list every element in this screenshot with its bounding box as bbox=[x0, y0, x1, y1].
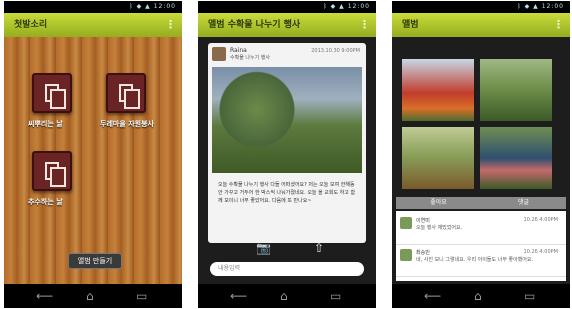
title-bar: 앨범 수확물 나누기 행사 ⋮ bbox=[198, 13, 376, 37]
post-author: Raina bbox=[230, 47, 247, 54]
tile-label-sowing: 씨뿌리는 날 bbox=[28, 120, 63, 128]
list-item[interactable]: 이연미 10.26 4:00PM 오늘 행사 재밌었어요. bbox=[396, 213, 566, 245]
tab-comments[interactable]: 댓글 bbox=[481, 197, 566, 209]
avatar bbox=[212, 47, 226, 61]
album-tabs: 좋아요 댓글 bbox=[396, 197, 566, 209]
recent-apps-icon[interactable]: ▭ bbox=[136, 288, 147, 304]
document-icon bbox=[45, 84, 66, 109]
album-photo[interactable] bbox=[402, 59, 474, 121]
title-bar: 앨범 ⋮ bbox=[392, 13, 570, 37]
screen-title: 앨범 수확물 나누기 행사 bbox=[208, 20, 301, 30]
comment-text: 오늘 행사 재밌었어요. bbox=[416, 225, 463, 231]
document-icon bbox=[119, 84, 140, 109]
make-album-button[interactable]: 앨범 만들기 bbox=[68, 253, 122, 269]
wood-background bbox=[4, 37, 182, 284]
recent-apps-icon[interactable]: ▭ bbox=[524, 288, 535, 304]
screen-title: 앨범 bbox=[402, 20, 419, 30]
app-title: 첫발소리 bbox=[14, 20, 48, 30]
nav-bar: ⟵ ⌂ ▭ bbox=[198, 284, 376, 308]
post-body-text: 오늘 수확물 나누기 행사 다들 어떠셨어요? 저는 오늘 모여 한해동안 가꾸… bbox=[218, 182, 356, 204]
document-tile-button[interactable] bbox=[106, 73, 146, 113]
back-icon[interactable]: ⟵ bbox=[424, 288, 441, 304]
home-icon[interactable]: ⌂ bbox=[280, 288, 288, 304]
avatar bbox=[400, 217, 412, 229]
comment-author: 최승민 bbox=[416, 250, 430, 256]
title-bar: 첫발소리 ⋮ bbox=[4, 13, 182, 37]
back-icon[interactable]: ⟵ bbox=[230, 288, 247, 304]
status-bar: ᛒ ◆ ▲ 12:00 bbox=[4, 1, 182, 13]
back-icon[interactable]: ⟵ bbox=[36, 288, 53, 304]
post-card: Raina 수확물 나누기 행사 2013.10.30 9:00PM 오늘 수확… bbox=[208, 43, 366, 243]
tile-label-volunteer: 두레마을 자원봉사 bbox=[100, 120, 154, 128]
screen-post: ᛒ ◆ ▲ 12:00 앨범 수확물 나누기 행사 ⋮ Raina 수확물 나누… bbox=[198, 1, 376, 308]
overflow-menu-icon[interactable]: ⋮ bbox=[165, 13, 176, 37]
avatar bbox=[400, 249, 412, 261]
post-author-subtitle: 수확물 나누기 행사 bbox=[230, 55, 270, 61]
album-photo[interactable] bbox=[480, 59, 552, 121]
document-tile-button[interactable] bbox=[32, 151, 72, 191]
comment-date: 10.26 4:00PM bbox=[523, 217, 558, 223]
album-photo[interactable] bbox=[480, 127, 552, 189]
list-item[interactable]: 최승민 10.26 4:00PM 네, 사진 보니 그렇네요. 우리 아이들도 … bbox=[396, 245, 566, 277]
overflow-menu-icon[interactable]: ⋮ bbox=[553, 13, 564, 37]
home-icon[interactable]: ⌂ bbox=[86, 288, 94, 304]
nav-bar: ⟵ ⌂ ▭ bbox=[392, 284, 570, 308]
comment-date: 10.26 4:00PM bbox=[523, 249, 558, 255]
camera-icon[interactable]: 📷 bbox=[256, 241, 271, 255]
document-tile-button[interactable] bbox=[32, 73, 72, 113]
reply-input[interactable]: 내용입력 bbox=[210, 262, 364, 276]
comment-text: 네, 사진 보니 그렇네요. 우리 아이들도 너무 좋아했어요. bbox=[416, 257, 534, 263]
tab-likes[interactable]: 좋아요 bbox=[396, 197, 481, 209]
screen-home: ᛒ ◆ ▲ 12:00 첫발소리 ⋮ 씨뿌리는 날 두레마을 자원봉사 추수하는… bbox=[4, 1, 182, 308]
tile-label-harvest: 추수하는 날 bbox=[28, 198, 63, 206]
upload-icon[interactable]: ⇧ bbox=[314, 241, 324, 255]
recent-apps-icon[interactable]: ▭ bbox=[330, 288, 341, 304]
screen-album: ᛒ ◆ ▲ 12:00 앨범 ⋮ 좋아요 댓글 이연미 10.26 4:00PM… bbox=[392, 1, 570, 308]
post-photo[interactable] bbox=[212, 67, 362, 173]
document-icon bbox=[45, 162, 66, 187]
post-date: 2013.10.30 9:00PM bbox=[311, 48, 360, 54]
status-bar: ᛒ ◆ ▲ 12:00 bbox=[392, 1, 570, 13]
home-icon[interactable]: ⌂ bbox=[474, 288, 482, 304]
overflow-menu-icon[interactable]: ⋮ bbox=[359, 13, 370, 37]
comment-list: 이연미 10.26 4:00PM 오늘 행사 재밌었어요. 최승민 10.26 … bbox=[396, 211, 566, 281]
status-bar: ᛒ ◆ ▲ 12:00 bbox=[198, 1, 376, 13]
comment-author: 이연미 bbox=[416, 218, 430, 224]
album-photo[interactable] bbox=[402, 127, 474, 189]
nav-bar: ⟵ ⌂ ▭ bbox=[4, 284, 182, 308]
